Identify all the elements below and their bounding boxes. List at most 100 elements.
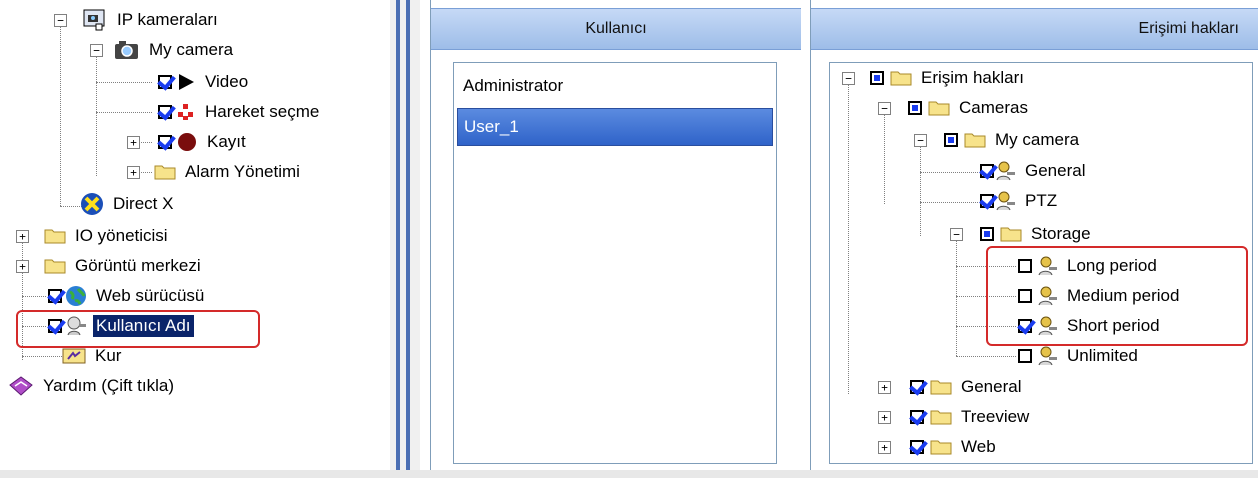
splitter-line	[406, 0, 410, 470]
splitter[interactable]	[390, 0, 420, 470]
tree-item-label: Direct X	[113, 194, 174, 213]
tree-item-label: Yardım (Çift tıkla)	[43, 376, 174, 395]
camera-icon	[115, 41, 138, 59]
rights-item-cameras[interactable]: Cameras	[908, 95, 1031, 121]
tree-item-help[interactable]: Yardım (Çift tıkla)	[8, 373, 177, 399]
collapse-icon[interactable]: −	[914, 134, 927, 147]
collapse-icon[interactable]: −	[842, 72, 855, 85]
tree-item-motion-select[interactable]: Hareket seçme	[158, 99, 322, 125]
tree-item-label: Alarm Yönetimi	[185, 162, 300, 181]
checkbox-icon[interactable]	[158, 105, 172, 119]
expand-icon[interactable]: +	[16, 260, 29, 273]
settings-tree: − IP kameraları − My camera Video Hareke…	[0, 0, 390, 470]
checkbox-icon[interactable]	[908, 101, 922, 115]
collapse-icon[interactable]: −	[878, 102, 891, 115]
checkbox-icon[interactable]	[944, 133, 958, 147]
folder-icon	[964, 133, 986, 148]
rights-item-root[interactable]: Erişim hakları	[870, 65, 1027, 91]
folder-icon	[890, 71, 912, 86]
tree-item-ip-cameras[interactable]: IP kameraları	[82, 7, 221, 33]
expand-icon[interactable]: +	[127, 136, 140, 149]
rights-item-label: Storage	[1031, 224, 1091, 243]
expand-icon[interactable]: +	[878, 381, 891, 394]
rights-item-unlimited[interactable]: Unlimited	[1018, 343, 1141, 369]
expand-icon[interactable]: +	[878, 411, 891, 424]
tree-item-directx[interactable]: Direct X	[80, 191, 176, 217]
rights-item-label: My camera	[995, 130, 1080, 149]
rights-item-label: Unlimited	[1067, 346, 1138, 365]
folder-icon	[1000, 227, 1022, 242]
tree-item-web-driver[interactable]: Web sürücüsü	[48, 283, 207, 309]
tree-item-label: My camera	[149, 40, 234, 59]
tree-item-label: Video	[205, 72, 249, 91]
directx-icon	[81, 193, 103, 215]
user-key-icon	[996, 161, 1015, 181]
tree-item-io-manager[interactable]: IO yöneticisi	[44, 223, 171, 249]
tree-item-label: Kayıt	[207, 132, 246, 151]
list-item[interactable]: User_1	[457, 108, 773, 146]
checkbox-icon[interactable]	[158, 135, 172, 149]
rights-item-label: Web	[961, 437, 996, 456]
folder-icon	[928, 101, 950, 116]
tree-item-view-center[interactable]: Görüntü merkezi	[44, 253, 204, 279]
folder-icon	[930, 440, 952, 455]
tree-item-setup[interactable]: Kur	[62, 343, 124, 369]
highlight-box	[986, 246, 1248, 346]
tree-item-my-camera[interactable]: My camera	[114, 37, 236, 63]
checkbox-icon[interactable]	[158, 75, 172, 89]
checkbox-icon[interactable]	[980, 164, 994, 178]
collapse-icon[interactable]: −	[90, 44, 103, 57]
rights-item-label: General	[1025, 161, 1086, 180]
rights-item-ptz[interactable]: PTZ	[980, 188, 1060, 214]
help-book-icon	[9, 376, 33, 396]
tree-item-label: Görüntü merkezi	[75, 256, 201, 275]
tree-item-alarm-management[interactable]: Alarm Yönetimi	[154, 159, 303, 185]
checkbox-icon[interactable]	[910, 380, 924, 394]
globe-icon	[66, 286, 86, 306]
checkbox-icon[interactable]	[1018, 349, 1032, 363]
rights-item-label: Erişim hakları	[921, 68, 1024, 87]
rights-item-treeview[interactable]: Treeview	[910, 404, 1032, 430]
tree-item-label: Kur	[95, 346, 122, 365]
rights-item-web[interactable]: Web	[910, 434, 999, 460]
collapse-icon[interactable]: −	[54, 14, 67, 27]
rights-item-label: PTZ	[1025, 191, 1058, 210]
expand-icon[interactable]: +	[878, 441, 891, 454]
checkbox-icon[interactable]	[910, 440, 924, 454]
tree-item-label: Web sürücüsü	[96, 286, 205, 305]
rights-item-label: General	[961, 377, 1022, 396]
rights-item-label: Cameras	[959, 98, 1028, 117]
checkbox-icon[interactable]	[48, 289, 62, 303]
rights-item-general-root[interactable]: General	[910, 374, 1024, 400]
folder-icon	[930, 410, 952, 425]
folder-icon	[154, 165, 176, 180]
motion-icon	[178, 104, 193, 120]
tree-item-label: IP kameraları	[117, 10, 218, 29]
rights-item-storage[interactable]: Storage	[980, 221, 1094, 247]
window-bottom-edge	[0, 470, 1258, 478]
rights-item-my-camera[interactable]: My camera	[944, 127, 1082, 153]
expand-icon[interactable]: +	[16, 230, 29, 243]
checkbox-icon[interactable]	[870, 71, 884, 85]
rights-header: Erişimi hakları	[811, 8, 1258, 50]
folder-icon	[44, 229, 66, 244]
setup-icon	[62, 348, 86, 364]
rights-item-general[interactable]: General	[980, 158, 1088, 184]
tree-item-label: IO yöneticisi	[75, 226, 168, 245]
tree-item-record[interactable]: Kayıt	[158, 129, 249, 155]
expand-icon[interactable]: +	[127, 166, 140, 179]
user-key-icon	[996, 191, 1015, 211]
checkbox-icon[interactable]	[980, 194, 994, 208]
collapse-icon[interactable]: −	[950, 228, 963, 241]
checkbox-icon[interactable]	[980, 227, 994, 241]
rights-item-label: Treeview	[961, 407, 1030, 426]
list-item[interactable]: Administrator	[457, 67, 773, 105]
folder-icon	[44, 259, 66, 274]
checkbox-icon[interactable]	[910, 410, 924, 424]
highlight-box	[16, 310, 260, 348]
play-icon	[179, 74, 194, 90]
tree-item-video[interactable]: Video	[158, 69, 251, 95]
users-list: Administrator User_1	[453, 62, 777, 464]
ip-camera-icon	[83, 9, 105, 31]
splitter-line	[396, 0, 400, 470]
